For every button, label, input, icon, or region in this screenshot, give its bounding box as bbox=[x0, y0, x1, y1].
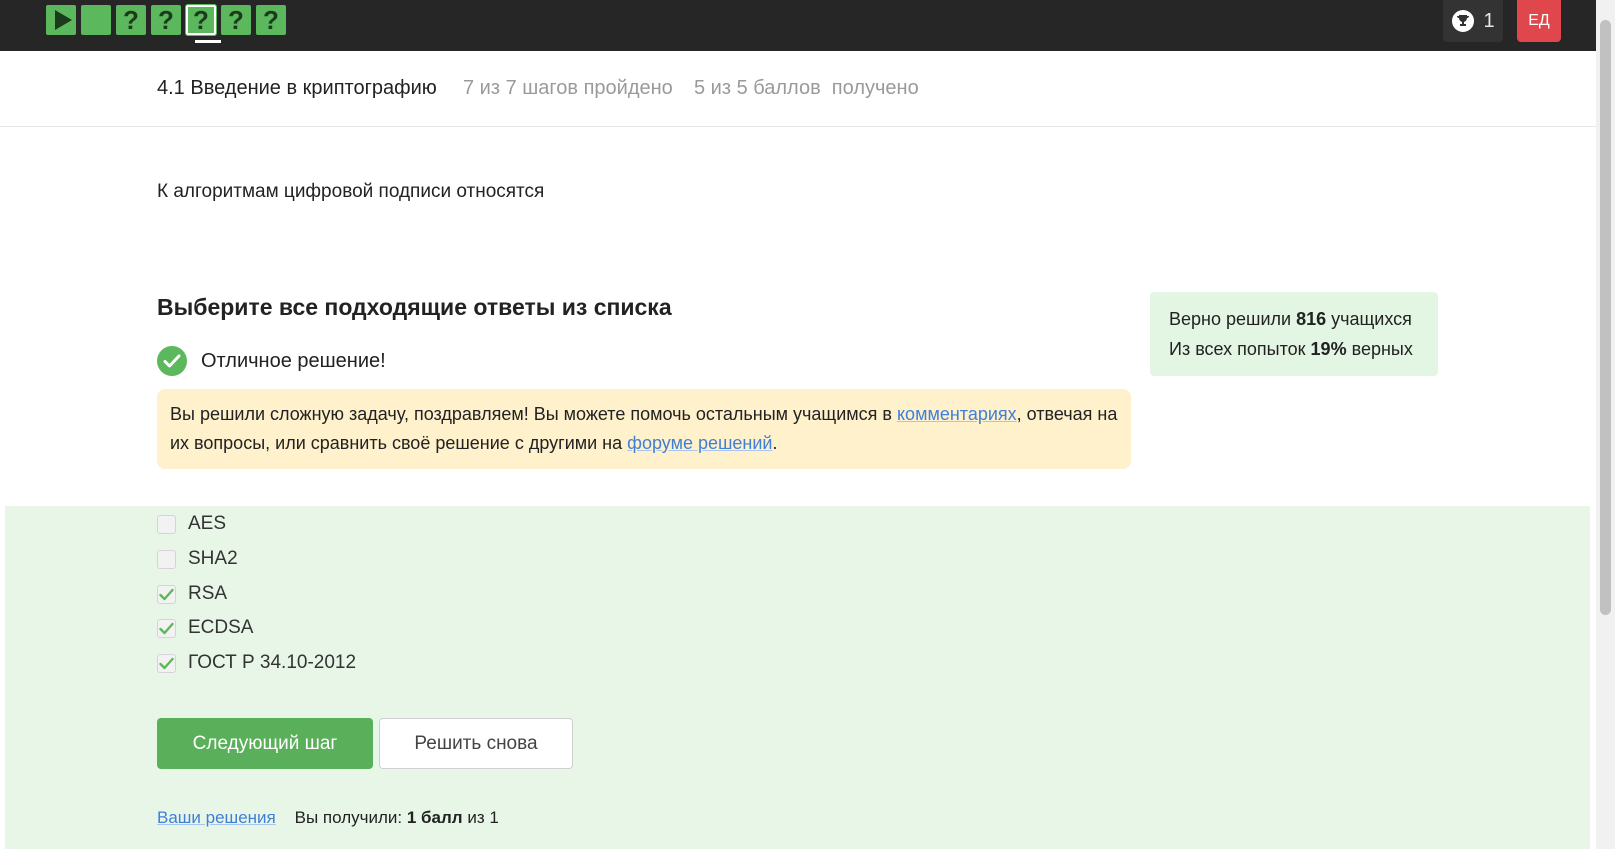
lesson-title: 4.1 Введение в криптографию bbox=[157, 77, 437, 99]
step-video-play-button[interactable] bbox=[46, 5, 76, 35]
step-text-button[interactable] bbox=[81, 5, 111, 35]
play-icon bbox=[54, 10, 72, 30]
checkbox-checked[interactable] bbox=[157, 618, 176, 638]
page-scrollbar[interactable] bbox=[1596, 0, 1615, 849]
answer-heading: Выберите все подходящие ответы из списка bbox=[157, 294, 672, 320]
your-solutions-link[interactable]: Ваши решения bbox=[157, 808, 276, 827]
status-text: Отличное решение! bbox=[201, 349, 386, 372]
checkbox-checked[interactable] bbox=[157, 653, 176, 673]
lesson-points: 5 из 5 баллов получено bbox=[694, 77, 919, 99]
check-icon bbox=[159, 657, 174, 669]
solved-count-line: Верно решили 816 учащихся bbox=[1169, 309, 1412, 329]
scrollbar-thumb[interactable] bbox=[1600, 20, 1611, 615]
trophy-count: 1 bbox=[1483, 9, 1495, 32]
step-quiz-button[interactable]: ? bbox=[151, 5, 181, 35]
question-text: К алгоритмам цифровой подписи относятся bbox=[157, 181, 545, 202]
score-line: Ваши решения Вы получили: 1 балл из 1 bbox=[157, 808, 499, 827]
option-gost[interactable]: ГОСТ Р 34.10-2012 bbox=[157, 651, 356, 675]
step-quiz-button[interactable]: ? bbox=[256, 5, 286, 35]
current-step-indicator bbox=[195, 40, 221, 43]
check-icon bbox=[159, 588, 174, 600]
top-navigation-bar: ? ? ? ? ? 1 ЕД bbox=[0, 0, 1615, 51]
trophy-icon bbox=[1452, 10, 1475, 32]
solve-again-button[interactable]: Решить снова bbox=[379, 718, 573, 769]
solutions-forum-link[interactable]: форуме решений bbox=[627, 433, 772, 453]
option-rsa[interactable]: RSA bbox=[157, 582, 227, 606]
success-rate-line: Из всех попыток 19% верных bbox=[1169, 339, 1413, 359]
success-check-icon bbox=[157, 346, 187, 376]
score-value: 1 балл bbox=[406, 808, 463, 827]
step-quiz-button[interactable]: ? bbox=[116, 5, 146, 35]
option-sha2[interactable]: SHA2 bbox=[157, 547, 238, 571]
next-step-button[interactable]: Следующий шаг bbox=[157, 718, 373, 769]
answer-options-area: AES SHA2 RSA ECDSA ГОСТ Р 34.10-2012 Сле… bbox=[5, 506, 1590, 849]
checkbox-unchecked[interactable] bbox=[157, 514, 176, 534]
checkbox-checked[interactable] bbox=[157, 584, 176, 604]
checkbox-unchecked[interactable] bbox=[157, 549, 176, 569]
solution-status: Отличное решение! bbox=[157, 345, 386, 377]
lesson-progress: 7 из 7 шагов пройдено bbox=[463, 77, 673, 99]
option-ecdsa[interactable]: ECDSA bbox=[157, 616, 253, 640]
congrats-notice: Вы решили сложную задачу, поздравляем! В… bbox=[157, 389, 1131, 469]
check-icon bbox=[159, 622, 174, 634]
step-quiz-button-current[interactable]: ? bbox=[186, 5, 216, 35]
achievements-button[interactable]: 1 bbox=[1443, 0, 1503, 42]
solve-stats: Верно решили 816 учащихся Из всех попыто… bbox=[1150, 292, 1438, 376]
step-quiz-button[interactable]: ? bbox=[221, 5, 251, 35]
option-aes[interactable]: AES bbox=[157, 512, 226, 536]
user-avatar[interactable]: ЕД bbox=[1517, 0, 1561, 42]
comments-link[interactable]: комментариях bbox=[897, 404, 1017, 424]
lesson-header: 4.1 Введение в криптографию 7 из 7 шагов… bbox=[0, 51, 1596, 127]
